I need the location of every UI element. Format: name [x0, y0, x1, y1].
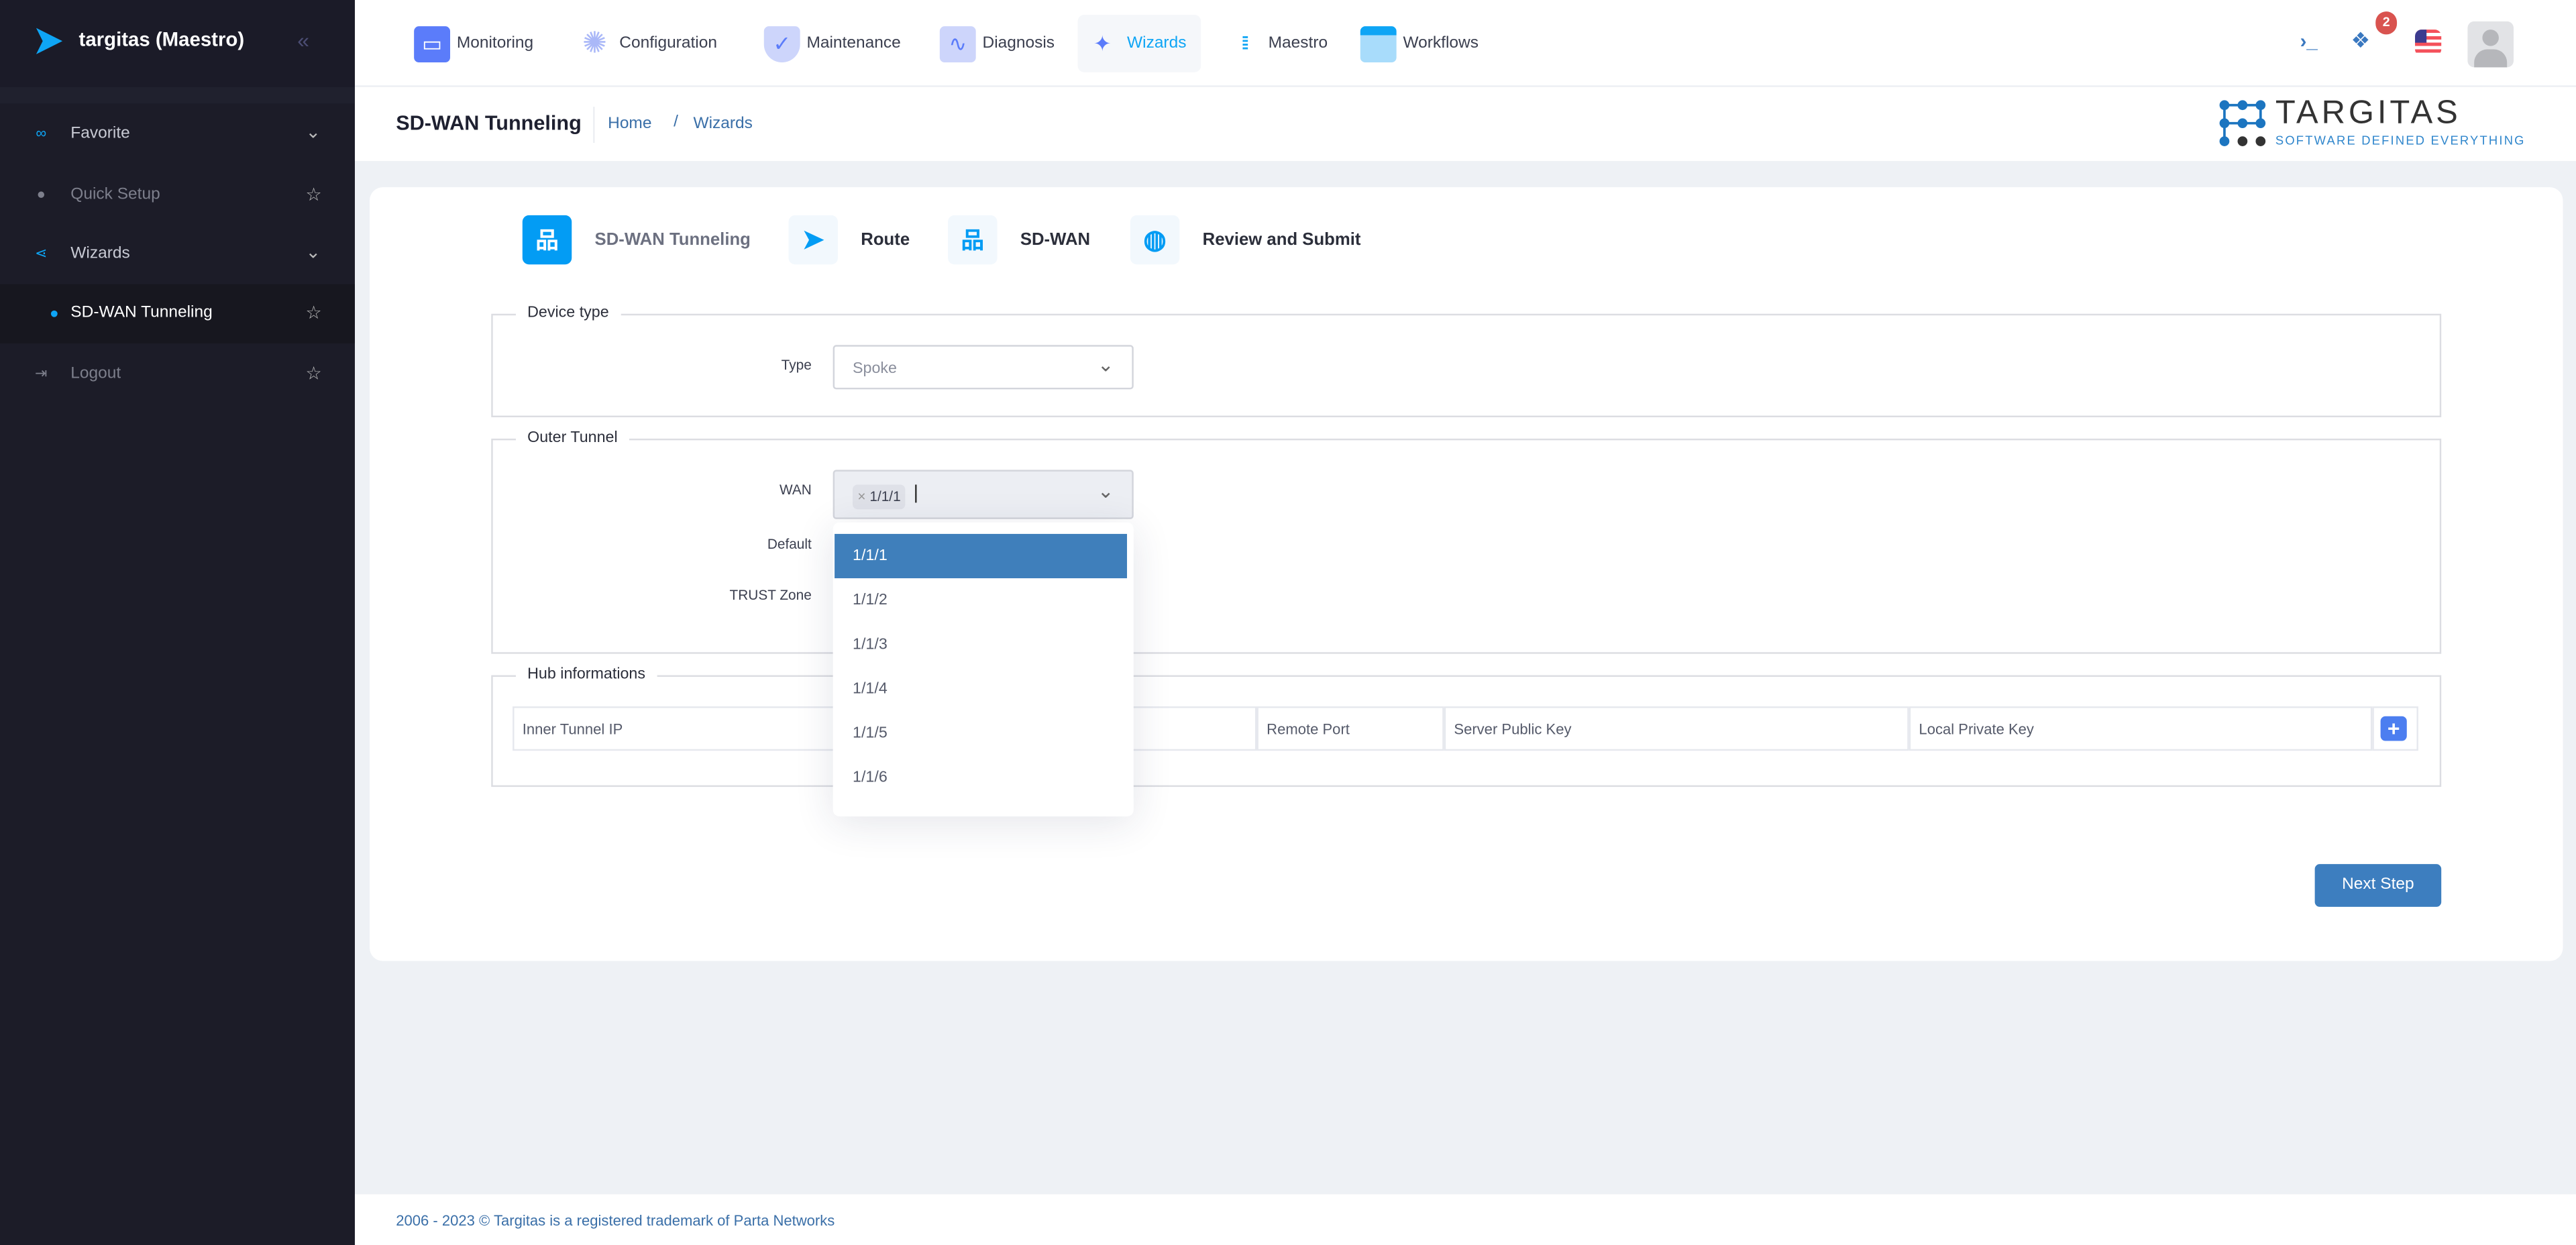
logo-dots-icon [2219, 100, 2266, 146]
nav-maintenance[interactable]: ✓ Maintenance [757, 15, 908, 72]
shield-check-icon: ✓ [763, 25, 800, 62]
nav-workflows[interactable]: Workflows [1354, 15, 1485, 72]
notification-badge: 2 [2375, 11, 2398, 35]
star-icon[interactable]: ☆ [306, 363, 322, 384]
step-route[interactable]: ➤ Route [788, 215, 910, 265]
table-icon [1360, 25, 1397, 62]
targitas-logo: TARGITAS SOFTWARE DEFINED EVERYTHING [2218, 95, 2530, 151]
sidebar-item-favorite[interactable]: ∞ Favorite ⌄ [0, 105, 355, 164]
add-hub-button[interactable]: + [2380, 716, 2407, 741]
step-sd-wan-tunneling[interactable]: 品 SD-WAN Tunneling [522, 215, 751, 265]
breadcrumb-home[interactable]: Home [608, 115, 651, 133]
default-label: Default [767, 535, 812, 552]
column-remote-port: Remote Port [1256, 706, 1444, 751]
column-server-public-key: Server Public Key [1444, 706, 1909, 751]
share-icon: ⋖ [34, 244, 48, 262]
step-sd-wan[interactable]: 品 SD-WAN [948, 215, 1090, 265]
nav-monitoring[interactable]: ▭ Monitoring [407, 15, 540, 72]
us-flag-icon[interactable] [2415, 30, 2442, 56]
sidebar-item-logout[interactable]: ⇥ Logout ☆ [0, 345, 355, 404]
brand-name: targitas (Maestro) [78, 28, 245, 51]
option-1-1-3[interactable]: 1/1/3 [835, 622, 1127, 667]
type-select[interactable]: Spoke ⌄ [833, 345, 1134, 390]
sidebar: targitas (Maestro) « ∞ Favorite ⌄ ● Quick S… [0, 0, 355, 1245]
sidebar-item-sd-wan-tunneling[interactable]: SD-WAN Tunneling ☆ [0, 284, 355, 343]
trust-zone-label: TRUST Zone [729, 586, 812, 603]
nav-maestro[interactable]: ⁞⁞⁞ Maestro [1219, 15, 1334, 72]
page-title: SD-WAN Tunneling [396, 111, 582, 135]
remove-tag-icon[interactable]: × [857, 488, 865, 504]
globe-icon: ◍ [1130, 215, 1180, 265]
gear-icon: ✺ [582, 26, 608, 60]
send-logo-icon [36, 28, 63, 54]
avatar[interactable] [2467, 21, 2514, 68]
wan-dropdown-menu: 1/1/1 1/1/2 1/1/3 1/1/4 1/1/5 1/1/6 [833, 522, 1134, 817]
nav-wizards[interactable]: ✦ Wizards [1077, 15, 1201, 72]
chevron-down-icon: ⌄ [305, 123, 321, 144]
footer-text: 2006 - 2023 © Targitas is a registered t… [396, 1212, 835, 1229]
column-local-private-key: Local Private Key [1909, 706, 2373, 751]
option-1-1-5[interactable]: 1/1/5 [835, 711, 1127, 755]
option-1-1-6[interactable]: 1/1/6 [835, 756, 1127, 800]
dot-icon [50, 310, 58, 317]
monitor-icon: ▭ [414, 25, 451, 62]
logout-icon: ⇥ [34, 364, 48, 382]
network-icon: 品 [948, 215, 998, 265]
paper-plane-icon: ➤ [788, 215, 838, 265]
grid-icon: ⁞⁞⁞ [1240, 34, 1250, 54]
collapse-sidebar-icon[interactable]: « [297, 28, 309, 53]
option-1-1-2[interactable]: 1/1/2 [835, 578, 1127, 622]
nav-diagnosis[interactable]: ∿ Diagnosis [933, 15, 1061, 72]
clock-icon: ● [36, 185, 46, 203]
sidebar-brand: targitas (Maestro) « [0, 0, 355, 87]
wan-tag: × 1/1/1 [853, 484, 906, 510]
breadcrumb-wizards[interactable]: Wizards [693, 115, 752, 133]
option-1-1-1[interactable]: 1/1/1 [835, 533, 1128, 579]
next-step-button[interactable]: Next Step [2314, 864, 2442, 907]
terminal-icon[interactable]: ›_ [2300, 30, 2318, 52]
type-label: Type [781, 356, 812, 373]
footer: 2006 - 2023 © Targitas is a registered t… [354, 1194, 2576, 1245]
nav-configuration[interactable]: ✺ Configuration [570, 15, 724, 72]
network-icon: 品 [522, 215, 572, 265]
apps-diamond-icon[interactable]: ❖ [2351, 28, 2371, 54]
chevron-down-icon: ⌄ [305, 243, 321, 263]
chevron-down-icon: ⌄ [1097, 480, 1114, 503]
sidebar-item-wizards[interactable]: ⋖ Wizards ⌄ [0, 225, 355, 284]
breadcrumb-separator: / [674, 113, 678, 131]
magic-wand-icon: ✦ [1093, 30, 1112, 56]
sidebar-item-quick-setup[interactable]: ● Quick Setup ☆ [0, 166, 355, 225]
link-icon: ∞ [36, 125, 47, 142]
wan-multiselect[interactable]: × 1/1/1 ⌄ [833, 470, 1134, 519]
pulse-icon: ∿ [939, 25, 976, 62]
option-1-1-4[interactable]: 1/1/4 [835, 667, 1127, 711]
wan-label: WAN [780, 481, 812, 498]
chevron-down-icon: ⌄ [1097, 353, 1114, 376]
star-icon[interactable]: ☆ [306, 184, 322, 205]
star-icon[interactable]: ☆ [306, 303, 322, 323]
step-review-submit[interactable]: ◍ Review and Submit [1130, 215, 1360, 265]
text-cursor [915, 484, 917, 503]
